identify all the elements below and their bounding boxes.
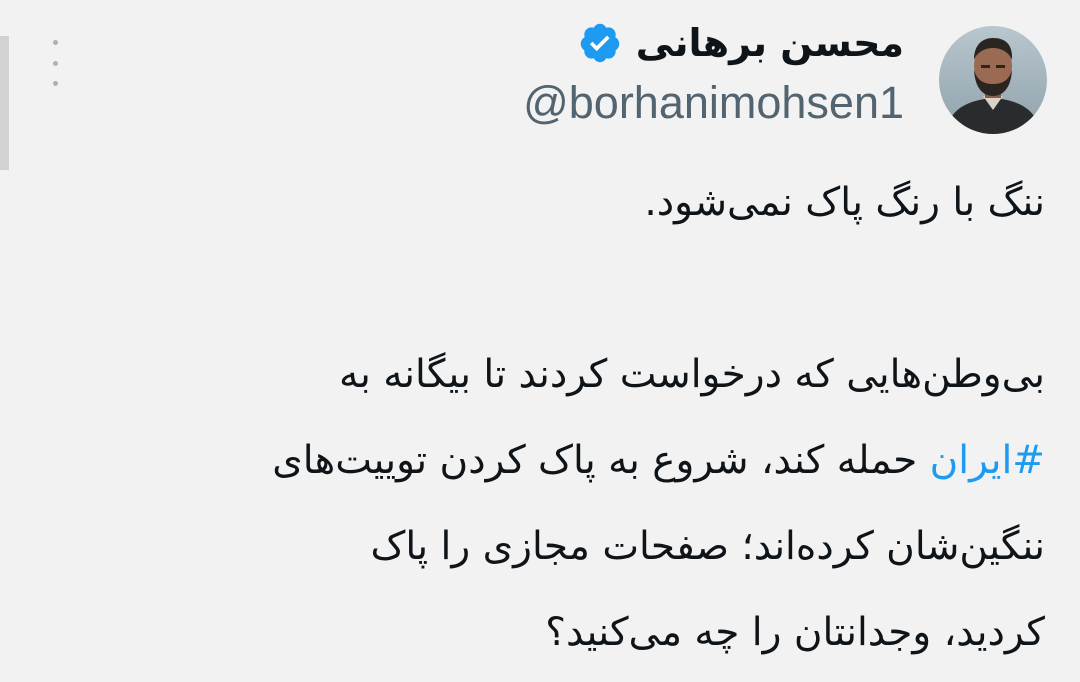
tweet-line: ننگین‌شان کرده‌اند؛ صفحات مجازی را پاک [370, 524, 1045, 569]
hashtag-link[interactable]: #ایران [930, 438, 1045, 483]
tweet-line-text: حمله کند، شروع به پاک کردن توییت‌های [272, 438, 930, 483]
verified-badge-icon [580, 23, 619, 63]
tweet-line: #ایران حمله کند، شروع به پاک کردن توییت‌… [35, 418, 1045, 504]
author-display-name[interactable]: محسن برهانی [636, 24, 904, 62]
tweet-line: ننگ با رنگ پاک نمی‌شود. [644, 180, 1045, 225]
vertical-ellipsis-icon[interactable] [46, 40, 64, 86]
profile-photo-icon [939, 26, 1047, 134]
dot [52, 40, 58, 45]
tweet-line: بی‌وطن‌هایی که درخواست کردند تا بیگانه ب… [339, 352, 1045, 397]
scrollbar[interactable] [0, 36, 9, 170]
tweet-line: کردید، وجدانتان را چه می‌کنید؟ [545, 610, 1045, 655]
avatar[interactable] [939, 26, 1047, 134]
author-handle[interactable]: @borhanimohsen1 [523, 80, 904, 125]
dot [52, 60, 58, 66]
dot [52, 81, 58, 86]
author-name-row: محسن برهانی [578, 14, 904, 72]
tweet-text: ننگ با رنگ پاک نمی‌شود. بی‌وطن‌هایی که د… [35, 160, 1045, 676]
